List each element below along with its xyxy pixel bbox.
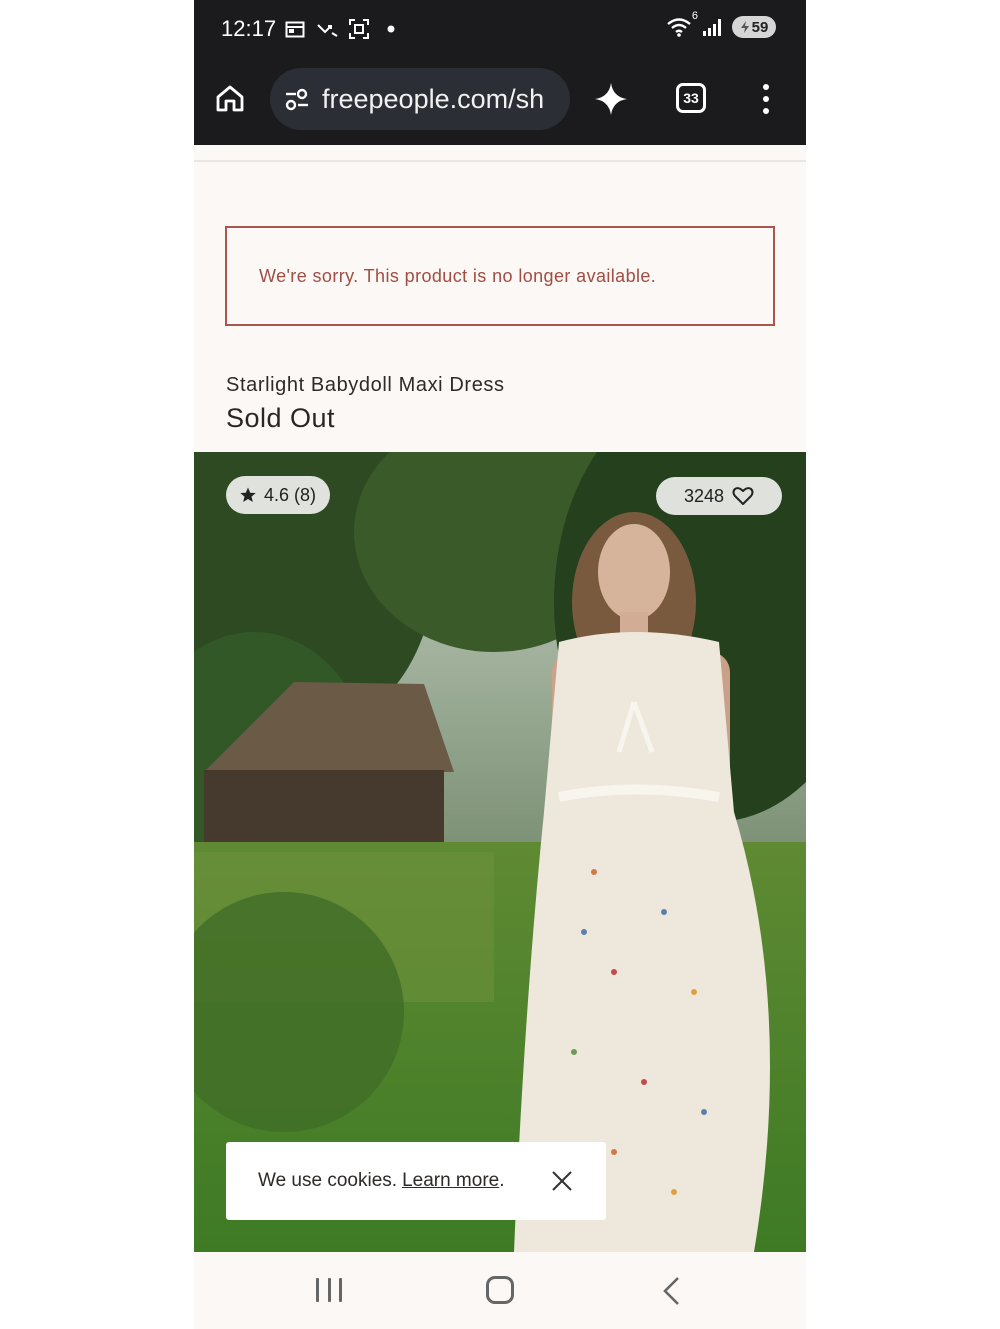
url-bar[interactable]: freepeople.com/sh (270, 68, 570, 130)
unavailable-alert: We're sorry. This product is no longer a… (225, 226, 775, 326)
product-name: Starlight Babydoll Maxi Dress (226, 374, 505, 396)
url-text: freepeople.com/sh (322, 83, 545, 114)
heart-icon (732, 487, 754, 505)
browser-toolbar: freepeople.com/sh 33 (194, 66, 806, 132)
favorite-button[interactable]: 3248 (656, 477, 782, 515)
rating-value: 4.6 (8) (264, 484, 317, 505)
recent-apps-icon[interactable] (316, 1278, 342, 1304)
cookie-link-suffix: . (499, 1170, 505, 1191)
site-settings-icon[interactable] (282, 84, 312, 114)
missed-call-icon (316, 18, 338, 40)
tab-count: 33 (683, 90, 699, 106)
dot-icon (380, 18, 402, 40)
header-divider (194, 160, 806, 162)
calendar-icon (284, 18, 306, 40)
close-icon[interactable] (550, 1169, 574, 1193)
home-button-icon[interactable] (486, 1276, 514, 1304)
star-icon (240, 487, 256, 502)
status-time: 12:17 (221, 16, 277, 41)
favorites-count: 3248 (683, 485, 725, 506)
battery-level: 59 (751, 18, 769, 36)
signal-icon (702, 16, 724, 38)
learn-more-link[interactable]: Learn more (402, 1170, 499, 1192)
alert-message: We're sorry. This product is no longer a… (259, 265, 657, 286)
system-icons: 6 59 (664, 10, 776, 38)
more-menu-icon[interactable] (756, 82, 776, 116)
battery-icon: 59 (732, 16, 776, 38)
phone-screen: 12:17 6 59 freepeople.com/sh 33 We're so… (194, 0, 806, 1329)
product-image[interactable] (194, 452, 806, 1252)
screenshot-icon (348, 18, 370, 40)
back-icon[interactable] (660, 1276, 684, 1306)
cookie-banner: We use cookies. Learn more . (226, 1142, 606, 1220)
system-navigation-bar (194, 1252, 806, 1329)
home-icon[interactable] (214, 82, 250, 118)
availability-status: Sold Out (226, 403, 336, 433)
cookie-text: We use cookies. (258, 1170, 398, 1191)
sparkle-icon[interactable] (594, 82, 628, 116)
notification-icons (284, 18, 402, 40)
wifi-icon: 6 (664, 10, 698, 38)
browser-chrome: 12:17 6 59 freepeople.com/sh 33 (194, 0, 806, 145)
wifi-badge: 6 (691, 10, 698, 22)
rating-badge[interactable]: 4.6 (8) (226, 476, 331, 514)
status-bar: 12:17 6 59 (194, 0, 806, 60)
tabs-icon[interactable]: 33 (676, 83, 706, 113)
